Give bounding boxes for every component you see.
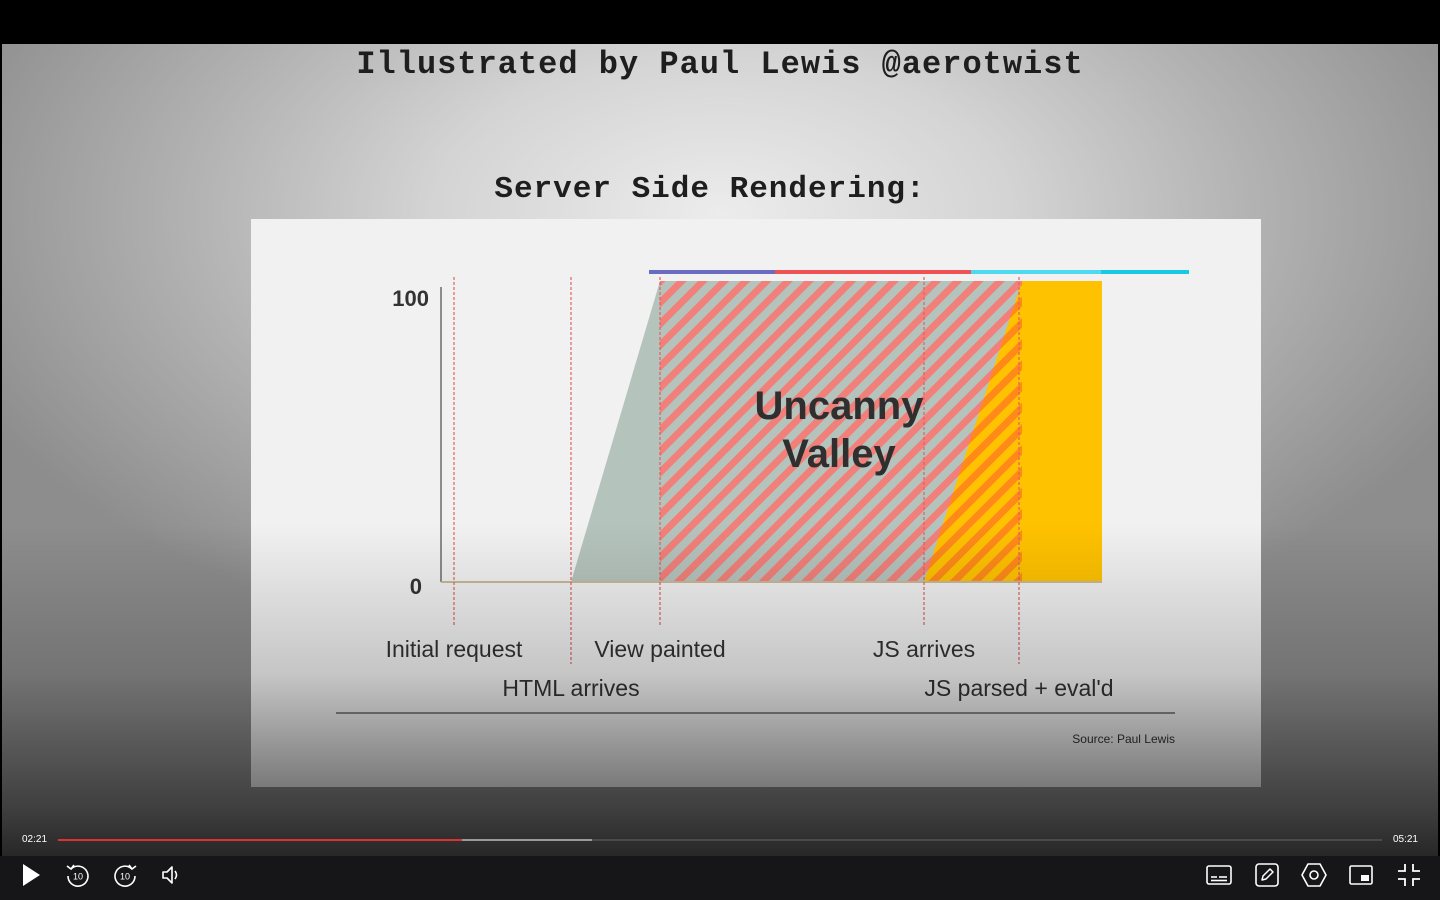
- svg-text:10: 10: [73, 872, 83, 882]
- chart: 100 0 Initial request HTML arrives View pa…: [336, 270, 1189, 746]
- play-icon: [23, 864, 40, 886]
- settings-icon: [1301, 863, 1327, 887]
- progress-bar[interactable]: [58, 839, 1382, 841]
- y-tick-100: 100: [392, 286, 429, 311]
- total-time: 05:21: [1392, 834, 1418, 845]
- series-html-ramp: [571, 281, 660, 582]
- pencil-icon: [1255, 863, 1279, 887]
- exit-fullscreen-button[interactable]: [1392, 858, 1426, 892]
- volume-button[interactable]: [155, 858, 189, 892]
- subtitles-button[interactable]: [1202, 858, 1236, 892]
- player-controls: 02:21 05:21 10 10: [0, 826, 1440, 900]
- series-js-ready: [1022, 281, 1102, 582]
- video-frame[interactable]: Illustrated by Paul Lewis @aerotwist Ser…: [2, 44, 1438, 856]
- subtitles-icon: [1206, 865, 1232, 885]
- forward-10-icon: 10: [114, 864, 137, 887]
- played-bar: [58, 839, 462, 841]
- event-label: View painted: [594, 636, 725, 662]
- video-player[interactable]: Illustrated by Paul Lewis @aerotwist Ser…: [0, 0, 1440, 900]
- svg-text:10: 10: [120, 872, 130, 882]
- annotation-line-2: Valley: [782, 432, 896, 476]
- event-label: JS parsed + eval'd: [924, 675, 1113, 701]
- volume-icon: [162, 866, 178, 884]
- slide-subtitle: Server Side Rendering:: [494, 172, 926, 207]
- top-letterbox: [0, 0, 1440, 44]
- chart-source: Source: Paul Lewis: [1072, 732, 1175, 746]
- event-label: HTML arrives: [502, 675, 639, 701]
- rewind-10-icon: 10: [66, 864, 89, 887]
- rewind-10-button[interactable]: 10: [61, 858, 95, 892]
- settings-button[interactable]: [1297, 858, 1331, 892]
- current-time: 02:21: [22, 834, 48, 845]
- exit-fullscreen-icon: [1398, 864, 1420, 886]
- chart-panel: 100 0 Initial request HTML arrives View pa…: [251, 219, 1261, 787]
- picture-in-picture-icon: [1349, 865, 1373, 885]
- slide-title: Illustrated by Paul Lewis @aerotwist: [356, 46, 1084, 83]
- play-button[interactable]: [14, 858, 48, 892]
- event-label: JS arrives: [873, 636, 975, 662]
- notes-button[interactable]: [1250, 858, 1284, 892]
- event-label: Initial request: [386, 636, 523, 662]
- picture-in-picture-button[interactable]: [1344, 858, 1378, 892]
- annotation-line-1: Uncanny: [755, 384, 925, 428]
- y-tick-0: 0: [410, 574, 422, 599]
- event-labels: Initial request HTML arrives View painted J…: [386, 636, 1114, 701]
- forward-10-button[interactable]: 10: [108, 858, 142, 892]
